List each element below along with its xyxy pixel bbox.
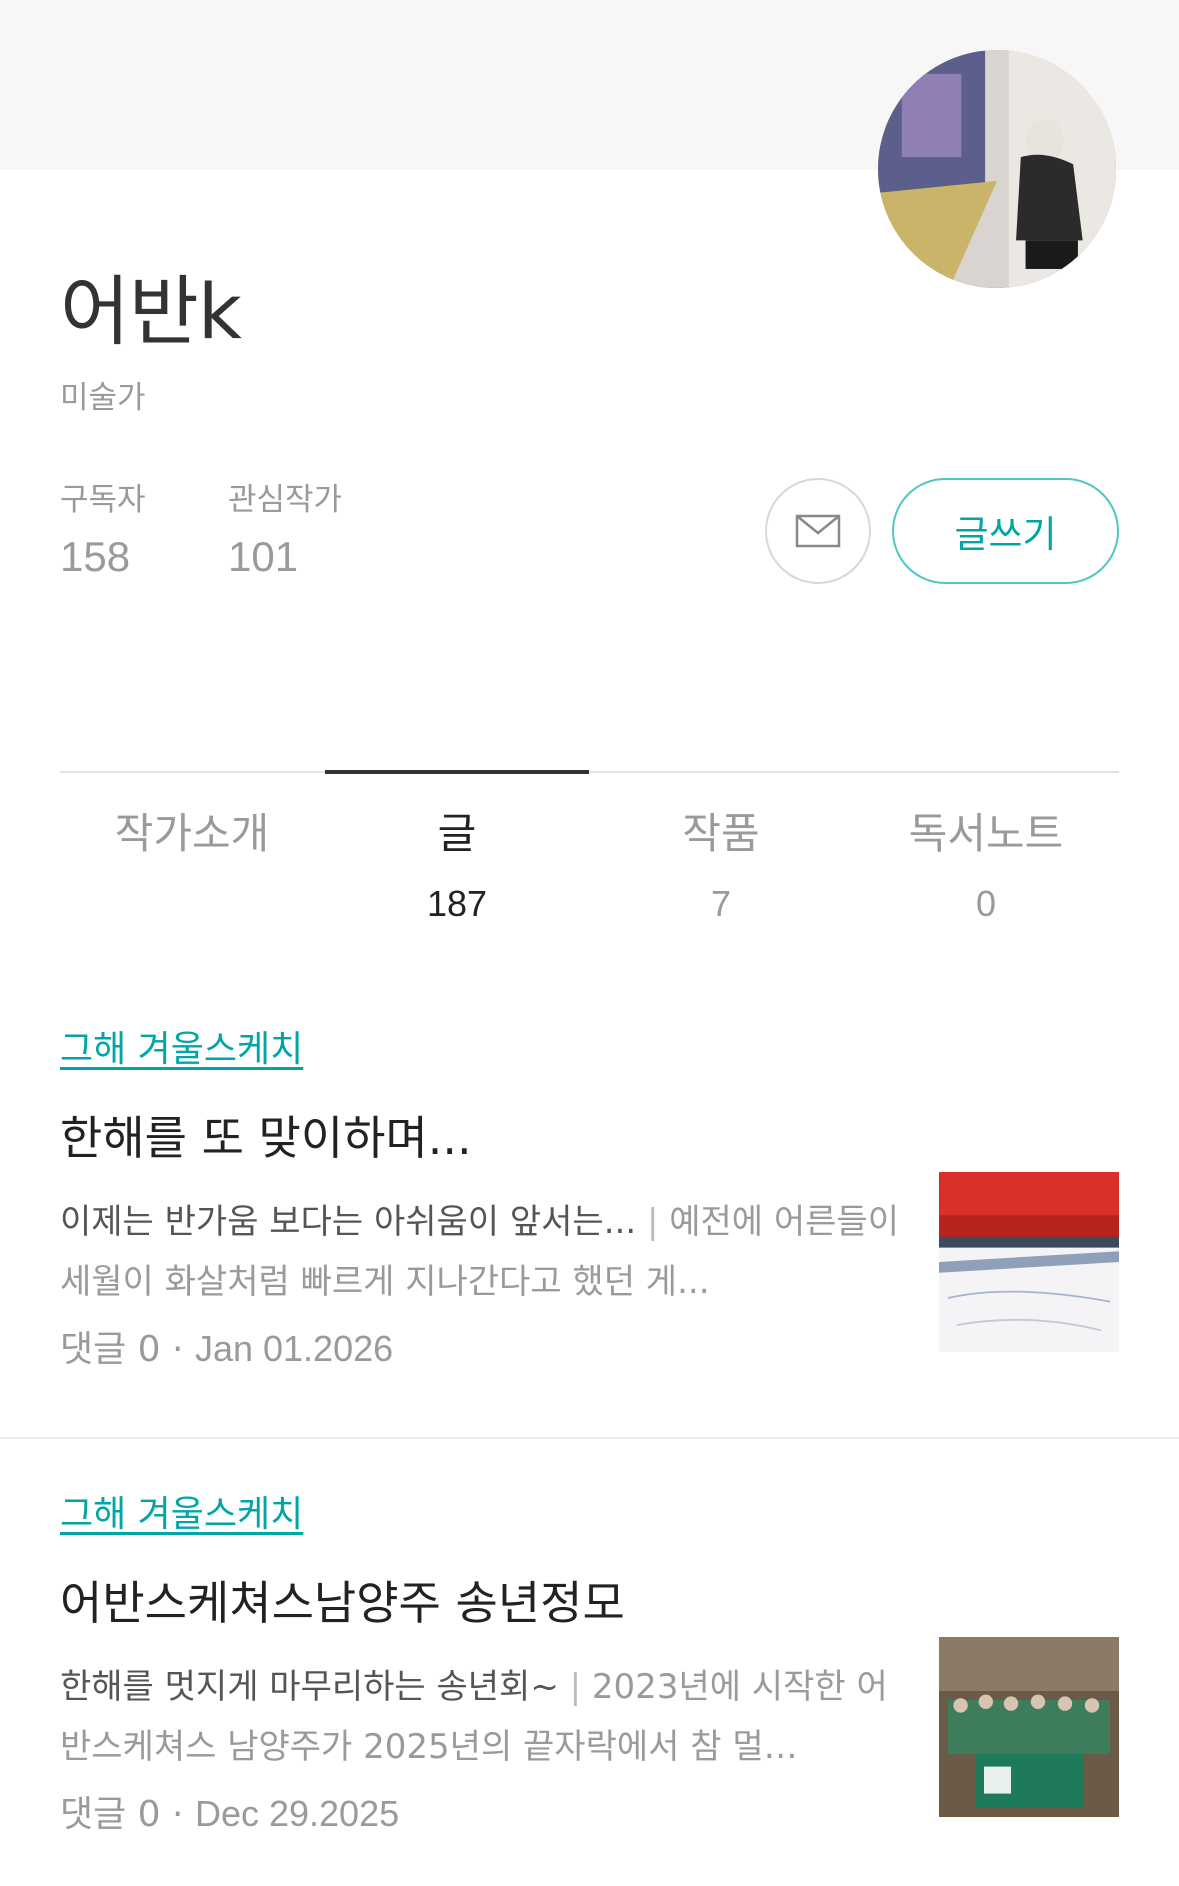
post-meta: 댓글 0 · Dec 29.2025 bbox=[60, 1785, 399, 1837]
avatar-photo bbox=[878, 50, 1116, 288]
profile-job: 미술가 bbox=[60, 380, 146, 416]
post-date: Dec 29.2025 bbox=[194, 1793, 400, 1834]
meta-dot: · bbox=[172, 1329, 184, 1370]
tab-works[interactable]: 작품 7 bbox=[589, 800, 853, 925]
post-date: Jan 01.2026 bbox=[194, 1328, 394, 1369]
meta-dot: · bbox=[172, 1794, 184, 1835]
tab-label: 작가소개 bbox=[114, 809, 270, 858]
winter-sketch-image bbox=[939, 1172, 1119, 1352]
post-category-link[interactable]: 그해 겨울스케치 bbox=[60, 1020, 303, 1072]
tabs-divider bbox=[60, 771, 1119, 773]
subscribers-stat[interactable]: 구독자 158 bbox=[60, 474, 146, 581]
post-title[interactable]: 어반스케쳐스남양주 송년정모 bbox=[60, 1567, 625, 1633]
post-title[interactable]: 한해를 또 맞이하며... bbox=[60, 1102, 472, 1168]
post-thumbnail[interactable] bbox=[939, 1172, 1119, 1352]
comment-count: 댓글 0 bbox=[60, 1329, 161, 1370]
write-button[interactable]: 글쓰기 bbox=[892, 478, 1119, 584]
subscribers-count: 158 bbox=[60, 533, 131, 580]
post-thumbnail[interactable] bbox=[939, 1637, 1119, 1817]
excerpt-lead: 한해를 멋지게 마무리하는 송년회~ bbox=[60, 1667, 570, 1707]
envelope-icon bbox=[795, 514, 841, 548]
excerpt-lead: 이제는 반가움 보다는 아쉬움이 앞서는... bbox=[60, 1202, 647, 1242]
following-label: 관심작가 bbox=[228, 482, 343, 518]
tab-author-intro[interactable]: 작가소개 bbox=[60, 800, 324, 861]
tab-label: 독서노트 bbox=[908, 809, 1064, 858]
profile-name: 어반k bbox=[60, 267, 242, 356]
group-photo-image bbox=[939, 1637, 1119, 1817]
subscribers-label: 구독자 bbox=[60, 482, 146, 518]
tab-label: 글 bbox=[437, 809, 477, 858]
excerpt-separator: | bbox=[569, 1667, 582, 1707]
excerpt-separator: | bbox=[646, 1202, 659, 1242]
post-excerpt: 이제는 반가움 보다는 아쉬움이 앞서는... | 예전에 어른들이 세월이 화… bbox=[60, 1192, 900, 1312]
post-category-link[interactable]: 그해 겨울스케치 bbox=[60, 1485, 303, 1537]
tab-label: 작품 bbox=[682, 809, 760, 858]
avatar[interactable] bbox=[878, 50, 1116, 288]
tab-count: 187 bbox=[426, 883, 488, 924]
tab-count: 7 bbox=[710, 883, 732, 924]
following-stat[interactable]: 관심작가 101 bbox=[228, 474, 342, 581]
tab-posts[interactable]: 글 187 bbox=[325, 800, 589, 925]
following-count: 101 bbox=[228, 533, 299, 580]
post-excerpt: 한해를 멋지게 마무리하는 송년회~ | 2023년에 시작한 어반스케쳐스 남… bbox=[60, 1657, 900, 1777]
message-button[interactable] bbox=[765, 478, 871, 584]
comment-count: 댓글 0 bbox=[60, 1794, 161, 1835]
tab-count: 0 bbox=[975, 883, 997, 924]
active-tab-indicator bbox=[325, 770, 589, 774]
post-meta: 댓글 0 · Jan 01.2026 bbox=[60, 1320, 393, 1372]
post-divider bbox=[0, 1437, 1179, 1439]
tab-reading-notes[interactable]: 독서노트 0 bbox=[854, 800, 1118, 925]
